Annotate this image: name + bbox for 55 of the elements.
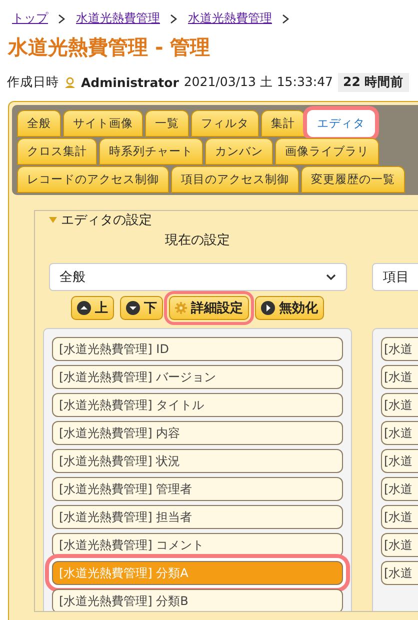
column-item[interactable]: [水道 — [381, 449, 418, 473]
column-item[interactable]: [水道光熱費管理] バージョン — [52, 365, 343, 389]
page-title: 水道光熱費管理 - 管理 — [8, 34, 212, 61]
tab[interactable]: フィルタ — [191, 110, 259, 137]
toolbar-button[interactable]: 上 — [71, 296, 114, 320]
user-name: Administrator — [81, 75, 179, 90]
dropdown-icon — [326, 274, 336, 280]
column-item[interactable]: [水道光熱費管理] タイトル — [52, 393, 343, 417]
up-icon — [77, 301, 91, 315]
tab[interactable]: 変更履歴の一覧 — [301, 166, 405, 193]
tab[interactable]: サイト画像 — [63, 110, 143, 137]
tab[interactable]: 時系列チャート — [99, 138, 203, 165]
tab[interactable]: カンバン — [205, 138, 273, 165]
down-icon — [126, 301, 140, 315]
tab[interactable]: レコードのアクセス制御 — [17, 166, 169, 193]
column-item[interactable]: [水道 — [381, 337, 418, 361]
created-label: 作成日時 — [7, 74, 59, 91]
column-item[interactable]: [水道 — [381, 421, 418, 445]
tab[interactable]: 項目のアクセス制御 — [171, 166, 299, 193]
column-item[interactable]: [水道光熱費管理] 内容 — [52, 421, 343, 445]
breadcrumb-link[interactable]: 水道光熱費管理 — [76, 10, 160, 27]
created-datetime: 2021/03/13 土 15:33:47 — [184, 74, 333, 91]
breadcrumb-link[interactable]: 水道光熱費管理 — [188, 10, 272, 27]
chevron-icon — [170, 14, 178, 24]
column-item[interactable]: [水道光熱費管理] 状況 — [52, 449, 343, 473]
toolbar-button[interactable]: 無効化 — [255, 296, 324, 320]
tab[interactable]: 画像ライブラリ — [275, 138, 379, 165]
column-item[interactable]: [水道光熱費管理] ID — [52, 337, 343, 361]
gear-icon — [175, 302, 187, 314]
chevron-icon — [282, 14, 290, 24]
tab[interactable]: 集計 — [261, 110, 305, 137]
column-item[interactable]: [水道 — [381, 505, 418, 529]
column-heading: 現在の設定 — [165, 232, 230, 249]
column-item[interactable]: [水道光熱費管理] 分類B — [52, 589, 343, 611]
tab[interactable]: 全般 — [17, 110, 61, 137]
tab[interactable]: クロス集計 — [17, 138, 97, 165]
column-item[interactable]: [水道 — [381, 365, 418, 389]
chevron-icon — [58, 14, 66, 24]
column-item[interactable]: [水道光熱費管理] コメント — [52, 533, 343, 557]
group-legend: エディタの設定 — [61, 211, 152, 229]
tab[interactable]: 一覧 — [145, 110, 189, 137]
column-item[interactable]: [水道 — [381, 561, 418, 585]
column-item[interactable]: [水道 — [381, 477, 418, 501]
column-item[interactable]: [水道光熱費管理] 担当者 — [52, 505, 343, 529]
column-select[interactable]: 項目 — [372, 263, 418, 291]
elapsed-time: 22 時間前 — [338, 73, 409, 92]
column-item[interactable]: [水道 — [381, 533, 418, 557]
view-select[interactable]: 全般 — [48, 263, 346, 291]
column-item[interactable]: [水道光熱費管理] 管理者 — [52, 477, 343, 501]
play-icon — [261, 301, 275, 315]
user-icon — [64, 76, 76, 88]
column-item[interactable]: [水道 — [381, 393, 418, 417]
toolbar-button[interactable]: 下 — [120, 296, 163, 320]
breadcrumb-link[interactable]: トップ — [12, 10, 48, 27]
expanded-icon — [49, 217, 57, 223]
